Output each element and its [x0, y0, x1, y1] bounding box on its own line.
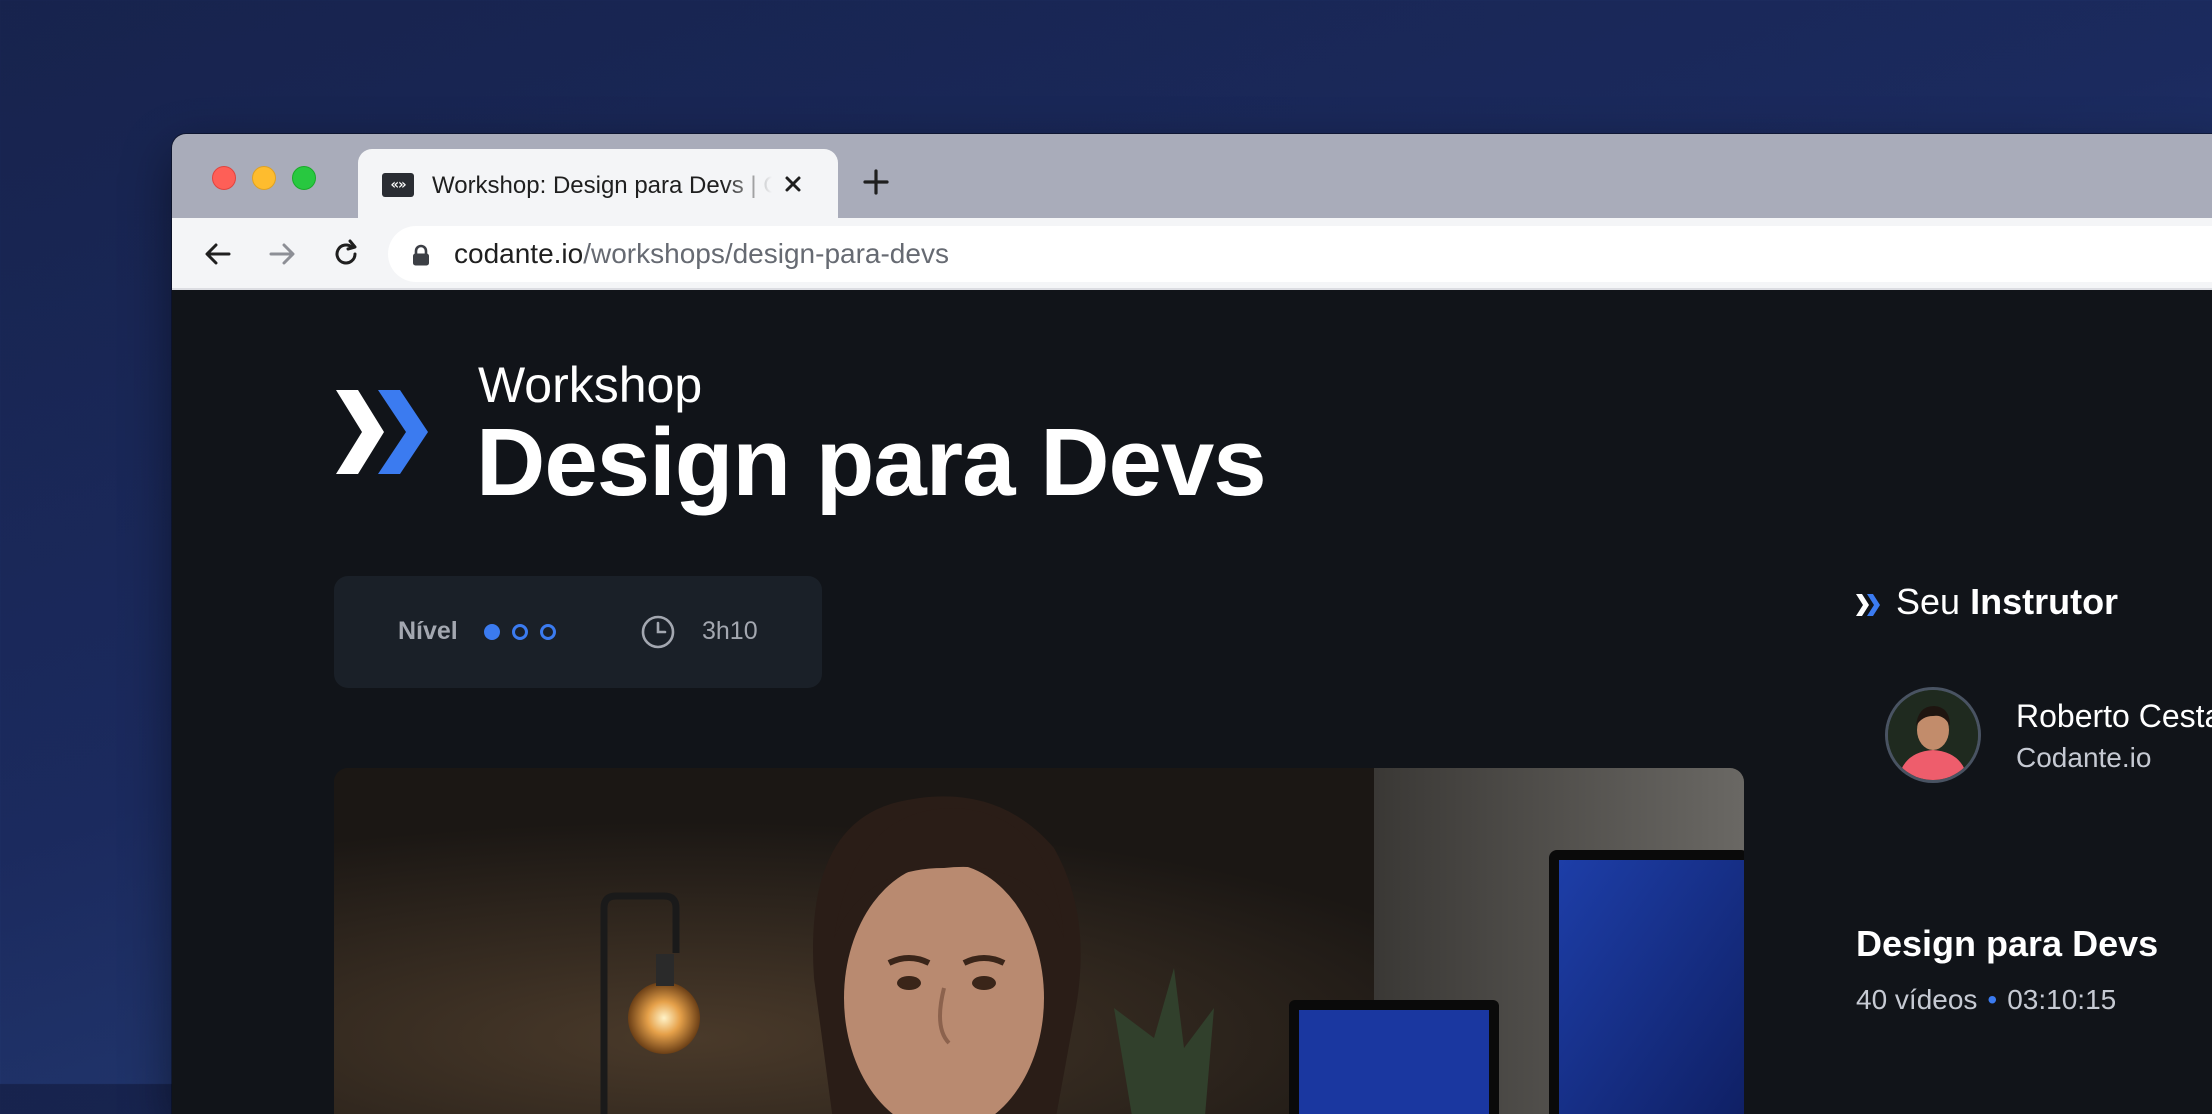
level-dot-empty [512, 624, 528, 640]
close-icon[interactable] [778, 169, 808, 199]
address-bar[interactable]: codante.io/workshops/design-para-devs [388, 226, 2212, 282]
back-arrow-icon[interactable] [200, 236, 236, 272]
page-eyebrow: Workshop [478, 357, 703, 413]
course-stats: 40 vídeos • 03:10:15 [1856, 982, 2116, 1018]
video-frame-instructor [334, 768, 1744, 1114]
minimize-window-button[interactable] [252, 166, 276, 190]
workshop-duration: 3h10 [702, 617, 758, 645]
tab-strip: «» Workshop: Design para Devs | Codante [172, 134, 2212, 218]
forward-arrow-icon[interactable] [264, 236, 300, 272]
browser-window: «» Workshop: Design para Devs | Codante [172, 134, 2212, 1114]
browser-toolbar: codante.io/workshops/design-para-devs [172, 218, 2212, 290]
tab-title: Workshop: Design para Devs | Codante [432, 172, 772, 199]
chevrons-icon [1856, 594, 1880, 616]
workshop-meta-card: Nível 3h10 [334, 576, 822, 688]
browser-tab-active[interactable]: «» Workshop: Design para Devs | Codante [358, 149, 838, 218]
codante-logo-icon: «» [382, 173, 414, 197]
video-player[interactable] [334, 768, 1744, 1114]
instructor-avatar[interactable] [1888, 690, 1978, 780]
instructor-heading: Seu Instrutor [1896, 581, 2119, 622]
video-count: 40 vídeos [1856, 984, 1978, 1015]
close-window-button[interactable] [212, 166, 236, 190]
stats-separator: • [1987, 984, 1998, 1015]
page-title: Design para Devs [476, 409, 1267, 516]
clock-icon [641, 615, 675, 649]
reload-icon[interactable] [328, 236, 364, 272]
page-content: Workshop Design para Devs Nível 3h10 Seu… [172, 290, 2212, 1114]
zoom-window-button[interactable] [292, 166, 316, 190]
total-duration: 03:10:15 [2007, 984, 2117, 1015]
url-text: codante.io/workshops/design-para-devs [454, 238, 949, 269]
avatar-photo [1888, 690, 1978, 780]
instructor-organization: Codante.io [2016, 742, 2152, 773]
level-dot-filled [484, 624, 500, 640]
level-label: Nível [398, 617, 458, 645]
plus-icon[interactable] [858, 164, 894, 200]
instructor-name[interactable]: Roberto Cestari [2016, 696, 2212, 736]
level-dot-empty [540, 624, 556, 640]
course-title: Design para Devs [1856, 923, 2159, 964]
lock-icon [413, 244, 429, 266]
codante-chevrons-logo [336, 390, 428, 474]
